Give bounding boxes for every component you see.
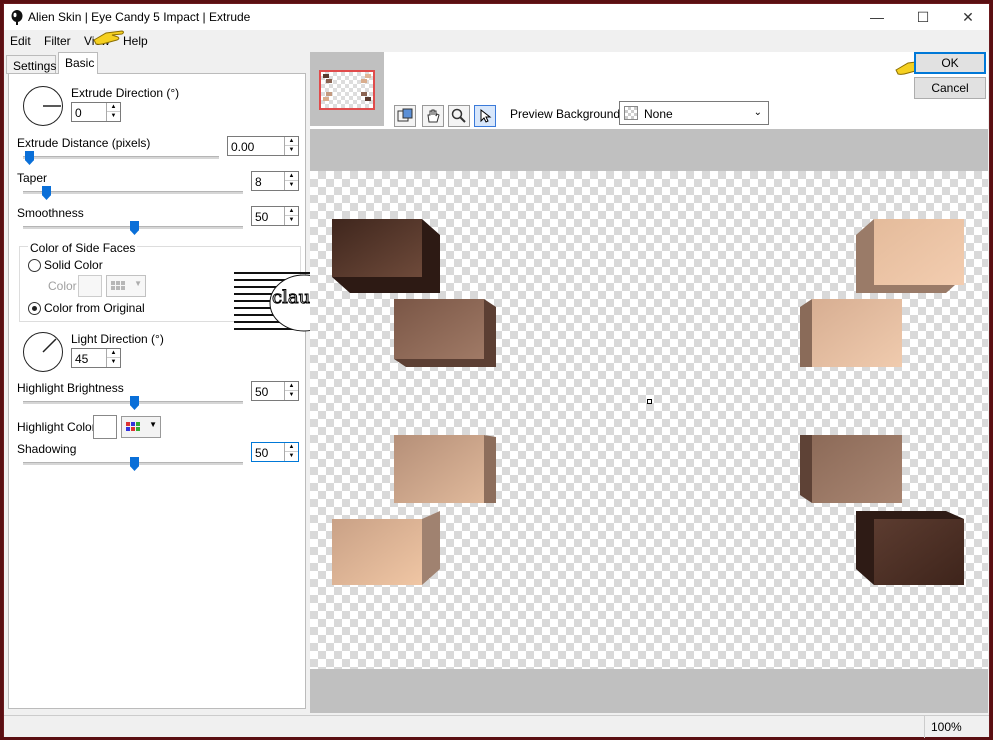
chevron-down-icon: ⌄ — [753, 107, 762, 118]
side-faces-group-label: Color of Side Faces — [28, 241, 138, 255]
extruded-square-dark-top-left — [332, 219, 440, 293]
side-color-swatch[interactable] — [78, 275, 102, 297]
extruded-square-brown-left-2 — [394, 299, 496, 367]
tab-settings[interactable]: Settings — [6, 55, 56, 74]
preview-navigate-icon[interactable] — [394, 105, 416, 127]
light-direction-value: 45 — [75, 352, 89, 366]
highlight-color-label: Highlight Color — [17, 420, 96, 434]
preview-background-label: Preview Background: — [510, 107, 624, 121]
title-bar: Alien Skin | Eye Candy 5 Impact | Extrud… — [4, 4, 989, 30]
tab-basic[interactable]: Basic — [58, 52, 98, 74]
ok-button[interactable]: OK — [914, 52, 986, 74]
taper-input[interactable]: 8 ▲ ▼ — [251, 171, 299, 191]
shadowing-value: 50 — [255, 446, 269, 460]
highlight-brightness-input[interactable]: 50 ▲ ▼ — [251, 381, 299, 401]
pointing-hand-icon — [93, 30, 124, 45]
preview-area: Preview Background: None ⌄ — [310, 52, 988, 713]
thumbnail-image — [323, 74, 371, 101]
alien-skin-logo-icon — [11, 10, 23, 25]
highlight-color-swatch[interactable] — [93, 415, 117, 439]
zoom-icon[interactable] — [448, 105, 470, 127]
smoothness-value: 50 — [255, 210, 269, 224]
shadowing-spinner[interactable]: ▲ ▼ — [284, 443, 298, 461]
extrude-distance-slider-thumb[interactable] — [25, 151, 34, 165]
status-bar: 100% — [4, 715, 990, 738]
checker-swatch-icon — [624, 106, 638, 120]
smoothness-slider-thumb[interactable] — [130, 221, 139, 235]
shadowing-slider-thumb[interactable] — [130, 457, 139, 471]
light-direction-spinner[interactable]: ▲ ▼ — [106, 349, 120, 367]
menu-bar: Edit Filter View Help — [4, 30, 989, 52]
extruded-square-brown-right-3 — [800, 435, 902, 503]
extrude-distance-value: 0.00 — [231, 140, 255, 154]
color-grid-icon — [111, 281, 125, 290]
light-direction-input[interactable]: 45 ▲ ▼ — [71, 348, 121, 368]
basic-settings-panel: Extrude Direction (°) 0 ▲ ▼ Extrude Dista… — [8, 73, 306, 709]
light-direction-dial[interactable] — [23, 332, 63, 372]
extrude-direction-label: Extrude Direction (°) — [71, 86, 180, 100]
extruded-square-tan-left-3 — [394, 435, 496, 503]
highlight-brightness-value: 50 — [255, 385, 269, 399]
color-from-original-radio[interactable] — [28, 302, 41, 315]
taper-value: 8 — [255, 175, 262, 189]
extruded-square-dark-bottom-right — [856, 511, 964, 585]
side-color-picker[interactable]: ▼ — [106, 275, 146, 297]
chevron-down-icon: ▼ — [149, 420, 157, 429]
extrude-distance-input[interactable]: 0.00 ▲ ▼ — [227, 136, 299, 156]
color-label: Color — [48, 279, 77, 293]
taper-spinner[interactable]: ▲ ▼ — [284, 172, 298, 190]
color-from-original-label: Color from Original — [44, 301, 145, 315]
center-marker-icon[interactable] — [647, 399, 652, 404]
menu-help[interactable]: Help — [123, 34, 148, 48]
smoothness-label: Smoothness — [17, 206, 84, 220]
menu-edit[interactable]: Edit — [10, 34, 31, 48]
solid-color-label: Solid Color — [44, 258, 103, 272]
menu-filter[interactable]: Filter — [44, 34, 71, 48]
navigator-thumbnail[interactable] — [310, 52, 384, 126]
extrude-distance-spinner[interactable]: ▲ ▼ — [284, 137, 298, 155]
extrude-direction-input[interactable]: 0 ▲ ▼ — [71, 102, 121, 122]
extruded-square-peach-top-right — [856, 219, 964, 293]
cancel-button[interactable]: Cancel — [914, 77, 986, 99]
smoothness-spinner[interactable]: ▲ ▼ — [284, 207, 298, 225]
highlight-color-picker[interactable]: ▼ — [121, 416, 161, 438]
extrude-distance-label: Extrude Distance (pixels) — [17, 136, 151, 150]
extrude-direction-value: 0 — [75, 106, 82, 120]
zoom-level: 100% — [924, 716, 990, 738]
preview-checkerboard — [310, 171, 988, 669]
pointer-icon[interactable] — [474, 105, 496, 127]
maximize-button[interactable]: ☐ — [900, 4, 946, 30]
extrude-direction-dial[interactable] — [23, 86, 63, 126]
dial-needle-icon — [43, 105, 61, 107]
close-button[interactable]: ✕ — [945, 4, 991, 30]
navigator-viewport[interactable] — [319, 70, 375, 110]
extruded-square-light-right-2 — [800, 299, 902, 367]
chevron-down-icon: ▼ — [134, 279, 142, 288]
extrude-distance-slider[interactable] — [23, 156, 219, 159]
hand-icon[interactable] — [422, 105, 444, 127]
dial-needle-icon — [42, 338, 57, 353]
taper-slider-thumb[interactable] — [42, 186, 51, 200]
extruded-square-peach-left-4 — [332, 511, 440, 585]
color-grid-icon — [126, 422, 140, 431]
taper-label: Taper — [17, 171, 48, 185]
extrude-direction-spinner[interactable]: ▲ ▼ — [106, 103, 120, 121]
light-direction-label: Light Direction (°) — [71, 332, 164, 346]
taper-slider[interactable] — [23, 191, 243, 194]
eye-candy-window: Alien Skin | Eye Candy 5 Impact | Extrud… — [3, 3, 990, 738]
window-title: Alien Skin | Eye Candy 5 Impact | Extrud… — [28, 10, 251, 24]
smoothness-input[interactable]: 50 ▲ ▼ — [251, 206, 299, 226]
solid-color-radio[interactable] — [28, 259, 41, 272]
minimize-button[interactable]: — — [854, 4, 900, 30]
preview-background-select[interactable]: None ⌄ — [619, 101, 769, 125]
shadowing-label: Shadowing — [17, 442, 77, 456]
tab-strip: Settings Basic — [6, 52, 306, 74]
preview-canvas[interactable] — [310, 129, 988, 713]
highlight-brightness-slider-thumb[interactable] — [130, 396, 139, 410]
shadowing-input[interactable]: 50 ▲ ▼ — [251, 442, 299, 462]
highlight-brightness-label: Highlight Brightness — [17, 381, 124, 395]
highlight-brightness-spinner[interactable]: ▲ ▼ — [284, 382, 298, 400]
preview-background-value: None — [644, 107, 673, 121]
